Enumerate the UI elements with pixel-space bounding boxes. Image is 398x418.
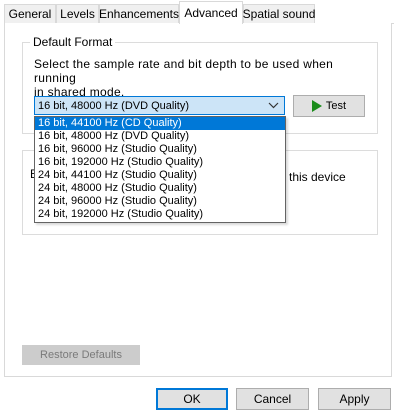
test-button-label: Test xyxy=(325,100,347,112)
exclusive-mode-text: this device xyxy=(289,170,346,184)
tab-spatial-sound[interactable]: Spatial sound xyxy=(243,4,315,23)
ok-button[interactable]: OK xyxy=(156,388,228,410)
tab-general[interactable]: General xyxy=(4,4,56,23)
apply-button[interactable]: Apply xyxy=(318,388,391,410)
dropdown-option[interactable]: 24 bit, 192000 Hz (Studio Quality) xyxy=(35,208,285,221)
default-format-legend: Default Format xyxy=(30,35,116,49)
dropdown-option[interactable]: 24 bit, 44100 Hz (Studio Quality) xyxy=(35,169,285,182)
sample-rate-dropdown-list: 16 bit, 44100 Hz (CD Quality) 16 bit, 48… xyxy=(34,116,286,223)
test-button[interactable]: Test xyxy=(293,95,365,117)
dropdown-option[interactable]: 16 bit, 192000 Hz (Studio Quality) xyxy=(35,156,285,169)
tab-enhancements[interactable]: Enhancements xyxy=(99,4,179,23)
dropdown-option[interactable]: 16 bit, 48000 Hz (DVD Quality) xyxy=(35,130,285,143)
tab-advanced[interactable]: Advanced xyxy=(179,1,243,24)
dropdown-option[interactable]: 24 bit, 96000 Hz (Studio Quality) xyxy=(35,195,285,208)
default-format-description: Select the sample rate and bit depth to … xyxy=(34,57,374,99)
dropdown-option[interactable]: 16 bit, 44100 Hz (CD Quality) xyxy=(35,117,285,130)
chevron-down-icon xyxy=(268,102,279,109)
play-icon xyxy=(311,100,322,112)
cancel-button[interactable]: Cancel xyxy=(236,388,309,410)
select-value: 16 bit, 48000 Hz (DVD Quality) xyxy=(38,99,190,112)
description-line-1: Select the sample rate and bit depth to … xyxy=(34,57,334,85)
dropdown-option[interactable]: 24 bit, 48000 Hz (Studio Quality) xyxy=(35,182,285,195)
restore-defaults-button[interactable]: Restore Defaults xyxy=(22,345,140,365)
tab-levels[interactable]: Levels xyxy=(56,4,99,23)
sample-rate-select[interactable]: 16 bit, 48000 Hz (DVD Quality) xyxy=(34,96,285,115)
dropdown-option[interactable]: 16 bit, 96000 Hz (Studio Quality) xyxy=(35,143,285,156)
